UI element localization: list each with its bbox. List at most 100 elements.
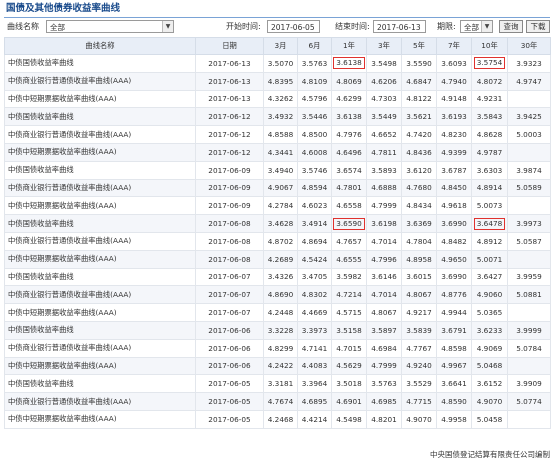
cell-5y: 4.7767 xyxy=(401,338,437,358)
cell-3m: 4.2689 xyxy=(263,249,298,269)
curve-name-value: 全部 xyxy=(50,23,65,32)
cell-3m: 4.2784 xyxy=(263,196,298,216)
cell-1y: 4.6558 xyxy=(331,196,367,216)
cell-3y: 4.7999 xyxy=(366,356,402,376)
cell-7y: 3.6787 xyxy=(436,160,472,180)
cell-date: 2017-06-08 xyxy=(195,249,264,269)
cell-curve-name: 中债中短期票据收益率曲线(AAA) xyxy=(4,142,196,162)
cell-5y: 4.9240 xyxy=(401,356,437,376)
cell-6m: 3.4705 xyxy=(297,267,332,287)
cell-1y: 4.6555 xyxy=(331,249,367,269)
start-date-input[interactable]: 2017-06-05 xyxy=(267,20,320,33)
cell-1y: 4.6901 xyxy=(331,392,367,411)
cell-1y: 4.7801 xyxy=(331,178,367,198)
download-button[interactable]: 下载 xyxy=(526,20,550,33)
cell-1y: 4.7214 xyxy=(331,285,367,305)
cell-7y: 3.6093 xyxy=(436,54,472,73)
cell-curve-name: 中债国债收益率曲线 xyxy=(4,54,196,73)
cell-7y: 3.6193 xyxy=(436,107,472,127)
cell-1y: 4.8069 xyxy=(331,71,367,91)
cell-6m: 3.5746 xyxy=(297,160,332,180)
table-row: 中债中短期票据收益率曲线(AAA) 2017-06-12 4.3441 4.6008 4… xyxy=(4,142,551,162)
cell-1y: 3.5982 xyxy=(331,267,367,287)
cell-date: 2017-06-09 xyxy=(195,178,264,198)
cell-curve-name: 中债中短期票据收益率曲线(AAA) xyxy=(4,409,196,429)
cell-6m: 4.6895 xyxy=(297,392,332,411)
cell-10y: 4.9231 xyxy=(471,89,508,109)
cell-curve-name: 中债商业银行普通债收益率曲线(AAA) xyxy=(4,231,196,251)
cell-6m: 3.3973 xyxy=(297,320,332,340)
cell-6m: 4.4214 xyxy=(297,409,332,429)
cell-5y: 4.8958 xyxy=(401,249,437,269)
cell-1y: 3.5018 xyxy=(331,374,367,394)
cell-10y: 5.0468 xyxy=(471,356,508,376)
cell-3y: 4.8067 xyxy=(366,303,402,322)
term-select[interactable]: 全部 ▼ xyxy=(460,20,493,33)
cell-1y: 3.5158 xyxy=(331,320,367,340)
cell-3m: 3.4326 xyxy=(263,267,298,287)
cell-date: 2017-06-06 xyxy=(195,356,264,376)
query-button[interactable]: 查询 xyxy=(499,20,523,33)
cell-5y: 4.7715 xyxy=(401,392,437,411)
cell-30y xyxy=(507,142,551,162)
cell-curve-name: 中债中短期票据收益率曲线(AAA) xyxy=(4,356,196,376)
header-curve-name: 曲线名称 xyxy=(4,37,196,55)
cell-30y: 4.9747 xyxy=(507,71,551,91)
table-row: 中债商业银行普通债收益率曲线(AAA) 2017-06-08 4.8702 4.869… xyxy=(4,231,551,251)
cell-3m: 4.8395 xyxy=(263,71,298,91)
cell-10y: 5.0365 xyxy=(471,303,508,322)
cell-5y: 4.7680 xyxy=(401,178,437,198)
cell-curve-name: 中债商业银行普通债收益率曲线(AAA) xyxy=(4,71,196,91)
cell-7y: 4.8450 xyxy=(436,178,472,198)
header-7y: 7年 xyxy=(436,37,472,55)
cell-curve-name: 中债中短期票据收益率曲线(AAA) xyxy=(4,249,196,269)
cell-curve-name: 中债国债收益率曲线 xyxy=(4,160,196,180)
cell-30y: 5.0774 xyxy=(507,392,551,411)
cell-7y: 3.6990 xyxy=(436,267,472,287)
cell-date: 2017-06-12 xyxy=(195,107,264,127)
cell-30y: 3.9909 xyxy=(507,374,551,394)
cell-7y: 4.7940 xyxy=(436,71,472,91)
term-value: 全部 xyxy=(464,23,479,32)
cell-6m: 4.5796 xyxy=(297,89,332,109)
header-6m: 6月 xyxy=(297,37,332,55)
cell-date: 2017-06-09 xyxy=(195,196,264,216)
cell-10y: 4.9070 xyxy=(471,392,508,411)
cell-6m: 4.6008 xyxy=(297,142,332,162)
curve-name-select[interactable]: 全部 ▼ xyxy=(46,20,174,33)
cell-date: 2017-06-06 xyxy=(195,338,264,358)
cell-30y: 3.9999 xyxy=(507,320,551,340)
cell-10y: 3.6478 xyxy=(471,214,508,233)
cell-5y: 4.9217 xyxy=(401,303,437,322)
cell-7y: 4.9618 xyxy=(436,196,472,216)
cell-date: 2017-06-05 xyxy=(195,374,264,394)
cell-3y: 4.7811 xyxy=(366,142,402,162)
cell-7y: 4.9944 xyxy=(436,303,472,322)
cell-3m: 4.2448 xyxy=(263,303,298,322)
table-row: 中债中短期票据收益率曲线(AAA) 2017-06-07 4.2448 4.4669 4… xyxy=(4,303,551,322)
cell-7y: 4.9399 xyxy=(436,142,472,162)
cell-6m: 4.8109 xyxy=(297,71,332,91)
cell-10y: 4.8912 xyxy=(471,231,508,251)
header-1y: 1年 xyxy=(331,37,367,55)
cell-1y: 4.7976 xyxy=(331,125,367,144)
cell-date: 2017-06-07 xyxy=(195,267,264,287)
cell-1y: 3.6574 xyxy=(331,160,367,180)
cell-3m: 3.3228 xyxy=(263,320,298,340)
cell-7y: 4.9650 xyxy=(436,249,472,269)
highlighted-value: 3.6478 xyxy=(473,217,506,230)
end-date-input[interactable]: 2017-06-13 xyxy=(373,20,426,33)
term-label: 期限: xyxy=(437,22,456,31)
table-row: 中债国债收益率曲线 2017-06-07 3.4326 3.4705 3.5982 3.6… xyxy=(4,267,551,287)
table-row: 中债国债收益率曲线 2017-06-05 3.3181 3.3964 3.5018 3.5… xyxy=(4,374,551,394)
cell-10y: 5.0458 xyxy=(471,409,508,429)
cell-5y: 4.6847 xyxy=(401,71,437,91)
cell-5y: 4.8067 xyxy=(401,285,437,305)
cell-curve-name: 中债商业银行普通债收益率曲线(AAA) xyxy=(4,392,196,411)
cell-3y: 4.6888 xyxy=(366,178,402,198)
table-row: 中债国债收益率曲线 2017-06-12 3.4932 3.5446 3.6138 3.5… xyxy=(4,107,551,127)
cell-date: 2017-06-13 xyxy=(195,71,264,91)
table-row: 中债国债收益率曲线 2017-06-08 3.4628 3.4914 3.6590 3.6… xyxy=(4,214,551,233)
cell-1y: 4.7015 xyxy=(331,338,367,358)
cell-6m: 3.3964 xyxy=(297,374,332,394)
